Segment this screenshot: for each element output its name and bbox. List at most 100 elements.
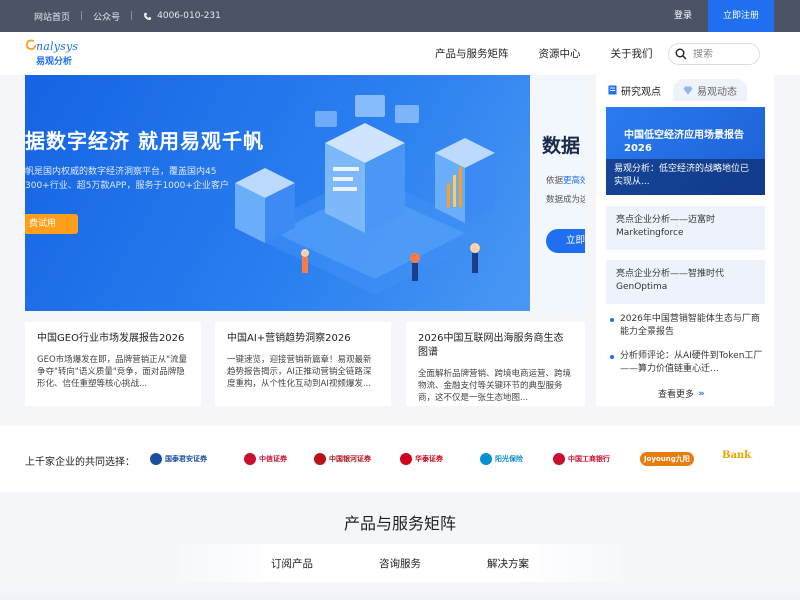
logo-mark: nalysys	[26, 39, 86, 53]
divider: |	[80, 11, 84, 21]
client-logo: Joyoung九阳	[640, 450, 694, 468]
report-card[interactable]: 2026中国互联网出海服务商生态图谱 全面解析品牌营销、跨境电商运营、跨境物流、…	[406, 322, 585, 406]
view-more-link[interactable]: 查看更多 ›››	[658, 387, 705, 401]
banner-desc-line: 帆是国内权威的数字经济洞察平台，覆盖国内45	[25, 167, 217, 177]
insights-panel: 研究观点 易观动态 中国低空经济应用场景报告2026 易观分析：低空经济的战略地…	[596, 75, 774, 406]
client-logo-mark	[553, 453, 565, 465]
banner-next-title: 数据	[542, 135, 581, 157]
report-card-desc: 全面解析品牌营销、跨境电商运营、跨境物流、金融支付等关键环节的典型服务商，这不仅…	[418, 369, 572, 403]
client-logo-name: 华泰证券	[415, 455, 443, 463]
tab-news-label: 易观动态	[697, 86, 737, 98]
products-title: 产品与服务矩阵	[343, 514, 456, 533]
client-logo: 华泰证券	[400, 450, 443, 468]
nav-item-about[interactable]: 关于我们	[611, 46, 653, 61]
diamond-icon	[683, 86, 693, 94]
banner-slide-main: 据数字经济 就用易观千帆 帆是国内权威的数字经济洞察平台，覆盖国内45 300+…	[25, 75, 530, 311]
double-chevron-right-icon: ›››	[698, 388, 705, 399]
report-card-title: 2026中国互联网出海服务商生态图谱	[418, 333, 564, 358]
insights-tabs: 研究观点 易观动态	[604, 79, 766, 101]
featured-report-card[interactable]: 中国低空经济应用场景报告2026 易观分析：低空经济的战略地位已实现从...	[606, 107, 765, 195]
book-icon	[608, 85, 617, 95]
client-logo-mark	[400, 453, 412, 465]
client-logo-mark	[150, 453, 162, 465]
logo-text-en: nalysys	[36, 40, 79, 53]
top-bar-left: 网站首页 | 公众号 | 4006-010-231	[34, 0, 221, 32]
client-logo-mark	[244, 453, 256, 465]
products-tabs: 订阅产品 咨询服务 解决方案	[160, 544, 640, 582]
search-box[interactable]	[668, 43, 760, 65]
tab-research[interactable]: 研究观点	[604, 79, 665, 101]
featured-report-caption: 易观分析：低空经济的战略地位已实现从...	[606, 159, 765, 195]
tab-news[interactable]: 易观动态	[673, 79, 747, 101]
client-logo-name: 中国工商银行	[568, 455, 610, 463]
search-icon	[675, 48, 687, 60]
banner-slide-next: 数据 依据更高效 数据成为这 立即	[530, 75, 585, 311]
tab-subscription[interactable]: 订阅产品	[238, 556, 346, 571]
featured-report-title: 中国低空经济应用场景报告2026	[624, 130, 744, 154]
client-logo: Bank	[722, 446, 751, 464]
report-card-title: 中国GEO行业市场发展报告2026	[37, 333, 185, 344]
client-logo: 中信证券	[244, 450, 287, 468]
phone-number: 4006-010-231	[157, 11, 221, 21]
login-link[interactable]: 登录	[663, 0, 703, 32]
tab-consulting[interactable]: 咨询服务	[346, 556, 454, 571]
tab-research-label: 研究观点	[621, 86, 661, 98]
client-logo-name: Joyoung九阳	[640, 452, 694, 466]
hero-banner[interactable]: 据数字经济 就用易观千帆 帆是国内权威的数字经济洞察平台，覆盖国内45 300+…	[25, 75, 585, 311]
home-link[interactable]: 网站首页	[34, 10, 70, 23]
client-logo-name: 阳光保险	[495, 455, 523, 463]
insight-card-title: 亮点企业分析——智推时代	[616, 269, 725, 279]
clients-label: 上千家企业的共同选择：	[25, 457, 135, 468]
insight-card-subtitle: Marketingforce	[616, 228, 684, 238]
banner-next-desc-highlight: 更高效	[563, 176, 585, 186]
products-section: 产品与服务矩阵 订阅产品 咨询服务 解决方案	[0, 492, 800, 600]
insight-list-item[interactable]: 2026年中国营销智能体生态与厂商能力全景报告	[606, 313, 766, 339]
report-card-desc: 一键速览，迎接营销新篇章！易观最新趋势报告揭示，AI正推动营销全链路深度重构，从…	[227, 355, 372, 389]
report-card-title: 中国AI+营销趋势洞察2026	[227, 333, 351, 344]
search-input[interactable]	[693, 48, 753, 60]
report-card[interactable]: 中国AI+营销趋势洞察2026 一键速览，迎接营销新篇章！易观最新趋势报告揭示，…	[215, 322, 391, 406]
main-nav: nalysys 易观分析 产品与服务矩阵 资源中心 关于我们	[0, 32, 800, 75]
report-card-desc: GEO市场爆发在即，品牌营销正从"流量争夺"转向"语义质量"竞争，面对品牌隐形化…	[37, 355, 188, 389]
top-bar: 网站首页 | 公众号 | 4006-010-231 登录 立即注册	[0, 0, 800, 32]
phone-icon	[144, 12, 152, 20]
client-logo-mark	[480, 453, 492, 465]
tab-solutions[interactable]: 解决方案	[454, 556, 562, 571]
logo[interactable]: nalysys 易观分析	[26, 39, 86, 69]
client-logo: 阳光保险	[480, 450, 523, 468]
banner-next-desc: 数据成为这	[546, 195, 585, 205]
official-account-link[interactable]: 公众号	[93, 10, 120, 23]
register-button[interactable]: 立即注册	[708, 0, 774, 32]
nav-item-products[interactable]: 产品与服务矩阵	[435, 46, 509, 61]
banner-next-desc: 依据更高效	[546, 174, 585, 186]
insight-card[interactable]: 亮点企业分析——迈富时 Marketingforce	[606, 206, 765, 250]
logo-swoosh-icon	[26, 39, 36, 50]
nav-item-resources[interactable]: 资源中心	[539, 46, 581, 61]
report-card[interactable]: 中国GEO行业市场发展报告2026 GEO市场爆发在即，品牌营销正从"流量争夺"…	[25, 322, 201, 406]
free-trial-button[interactable]: 费试用	[25, 214, 78, 234]
client-logo-name: Bank	[722, 449, 752, 461]
logo-text-cn: 易观分析	[36, 57, 73, 67]
client-logo: 中国工商银行	[553, 450, 610, 468]
client-logo-name: 中信证券	[259, 455, 287, 463]
nav-menu: 产品与服务矩阵 资源中心 关于我们	[435, 32, 683, 75]
banner-desc-line: 300+行业、超5万款APP，服务于1000+企业客户	[25, 181, 229, 191]
banner-next-button[interactable]: 立即	[546, 229, 585, 253]
client-logo: 国泰君安证券	[150, 450, 207, 468]
insight-card[interactable]: 亮点企业分析——智推时代 GenOptima	[606, 260, 765, 304]
divider: |	[130, 11, 134, 21]
section-fade	[0, 590, 800, 600]
isometric-data-illustration	[235, 95, 495, 295]
insight-card-title: 亮点企业分析——迈富时	[616, 215, 716, 225]
client-logos-strip: 上千家企业的共同选择： 国泰君安证券 中信证券 中国银河证券 华泰证券 阳光保险…	[0, 426, 800, 492]
client-logo-name: 国泰君安证券	[165, 455, 207, 463]
client-logo-name: 中国银河证券	[329, 455, 371, 463]
client-logo: 中国银河证券	[314, 450, 371, 468]
banner-description: 帆是国内权威的数字经济洞察平台，覆盖国内45 300+行业、超5万款APP，服务…	[25, 165, 245, 193]
banner-next-desc-prefix: 依据	[546, 176, 564, 186]
phone-contact: 4006-010-231	[143, 11, 221, 21]
insight-card-subtitle: GenOptima	[616, 282, 668, 292]
insight-list-item[interactable]: 分析师评论：从AI硬件到Token工厂——算力价值链重心迁...	[606, 350, 766, 376]
client-logo-mark	[314, 453, 326, 465]
view-more-label: 查看更多	[658, 390, 695, 400]
